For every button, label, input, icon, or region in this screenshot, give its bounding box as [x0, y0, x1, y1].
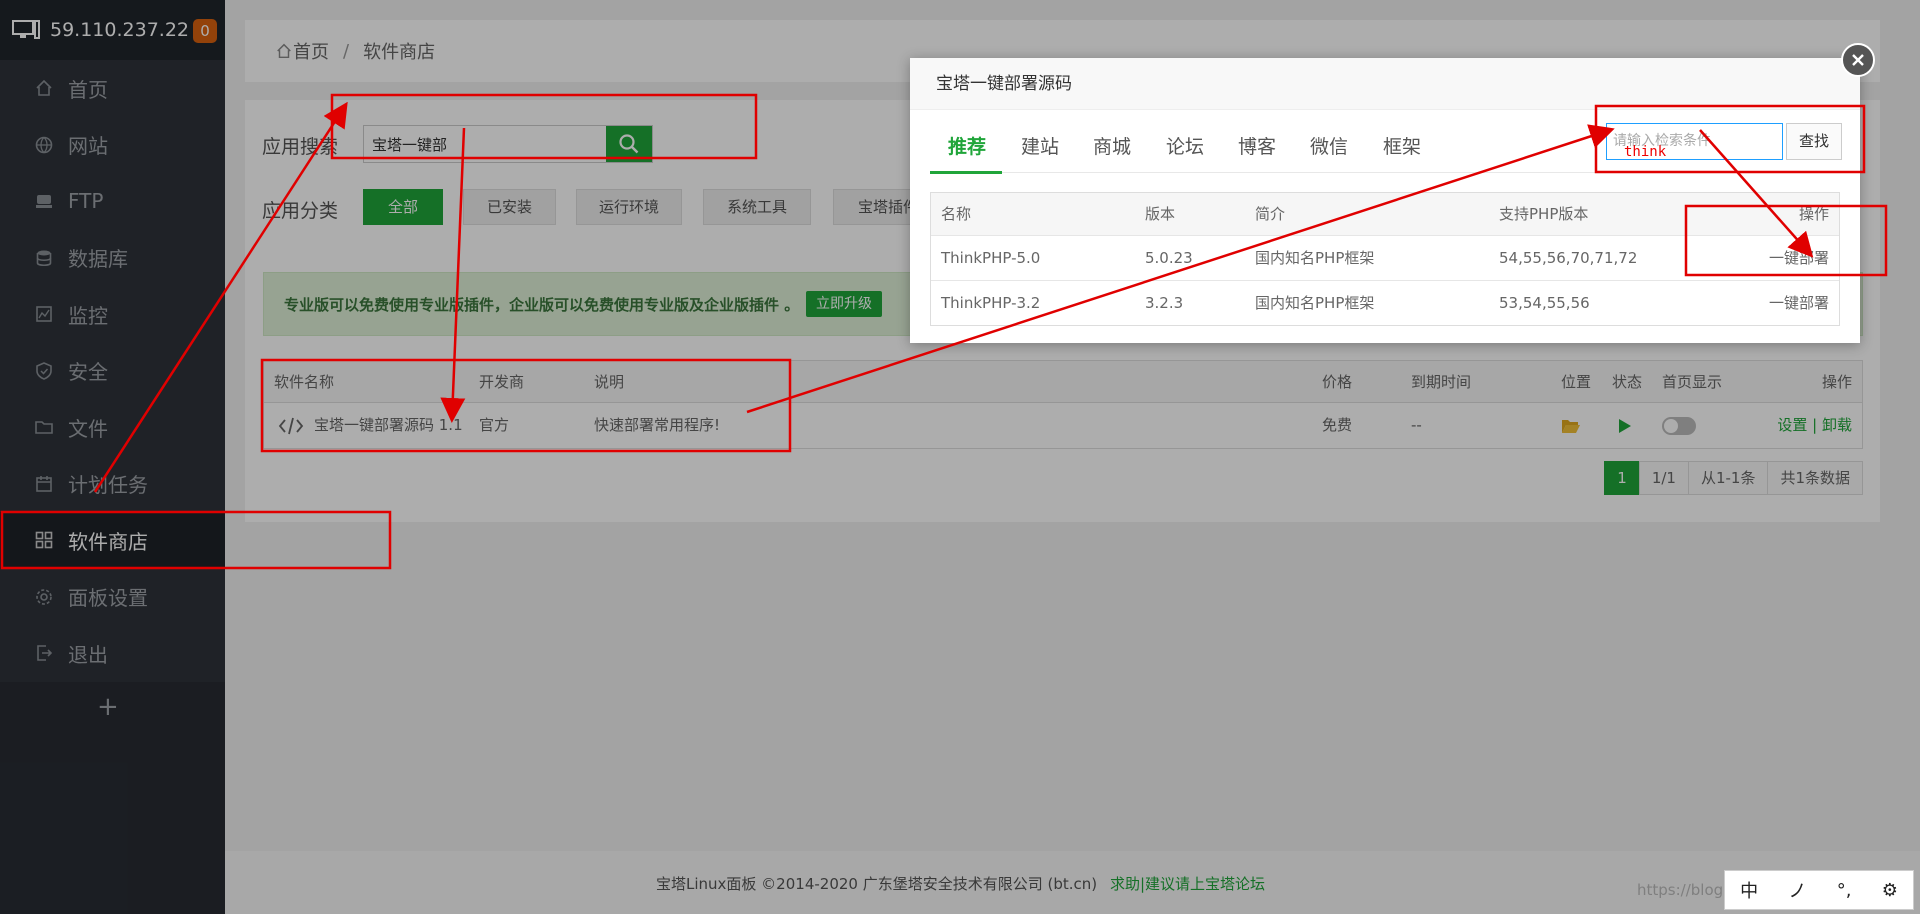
- search-typed-text: think: [1624, 144, 1667, 160]
- row-php: 53,54,55,56: [1499, 294, 1590, 312]
- one-click-deploy-link[interactable]: 一键部署: [1769, 281, 1829, 325]
- row-intro: 国内知名PHP框架: [1255, 294, 1375, 312]
- ime-punct-icon[interactable]: °,: [1837, 880, 1852, 901]
- find-button[interactable]: 查找: [1786, 123, 1842, 160]
- tab-framework[interactable]: 框架: [1383, 132, 1421, 159]
- tab-wechat[interactable]: 微信: [1310, 132, 1348, 159]
- row-version: 5.0.23: [1145, 249, 1193, 267]
- row-intro: 国内知名PHP框架: [1255, 249, 1375, 267]
- tabs-divider: [930, 172, 1840, 173]
- tab-shop[interactable]: 商城: [1093, 132, 1131, 159]
- deploy-search-input[interactable]: 请输入检索条件 think: [1606, 123, 1783, 160]
- table-row: ThinkPHP-3.2 3.2.3 国内知名PHP框架 53,54,55,56…: [931, 280, 1839, 325]
- row-name: ThinkPHP-5.0: [941, 249, 1041, 267]
- ime-toolbar: 中 ノ °, ⚙: [1724, 870, 1914, 910]
- row-version: 3.2.3: [1145, 294, 1184, 312]
- close-icon: [1852, 54, 1864, 66]
- deploy-table: 名称 版本 简介 支持PHP版本 操作 ThinkPHP-5.0 5.0.23 …: [930, 192, 1840, 326]
- one-click-deploy-modal: 宝塔一键部署源码 推荐 建站 商城 论坛 博客 微信 框架 请输入检索条件 th…: [910, 58, 1860, 343]
- col-intro: 简介: [1255, 205, 1286, 223]
- modal-title: 宝塔一键部署源码: [910, 58, 1860, 110]
- ime-gear-icon[interactable]: ⚙: [1882, 880, 1898, 901]
- col-php: 支持PHP版本: [1499, 205, 1589, 223]
- table-row: ThinkPHP-5.0 5.0.23 国内知名PHP框架 54,55,56,7…: [931, 235, 1839, 280]
- modal-close-button[interactable]: [1841, 43, 1875, 77]
- row-name: ThinkPHP-3.2: [941, 294, 1041, 312]
- row-php: 54,55,56,70,71,72: [1499, 249, 1638, 267]
- tab-recommended[interactable]: 推荐: [948, 132, 986, 159]
- tab-forum[interactable]: 论坛: [1166, 132, 1204, 159]
- tab-website[interactable]: 建站: [1021, 132, 1059, 159]
- col-name: 名称: [941, 205, 972, 223]
- active-tab-indicator: [930, 171, 1002, 174]
- table-header: 名称 版本 简介 支持PHP版本 操作: [931, 193, 1839, 235]
- ime-chinese-icon[interactable]: 中: [1740, 877, 1758, 903]
- col-operations: 操作: [1798, 205, 1829, 223]
- col-version: 版本: [1145, 205, 1176, 223]
- one-click-deploy-link[interactable]: 一键部署: [1769, 236, 1829, 280]
- ime-moon-icon[interactable]: ノ: [1788, 877, 1806, 903]
- tab-blog[interactable]: 博客: [1238, 132, 1276, 159]
